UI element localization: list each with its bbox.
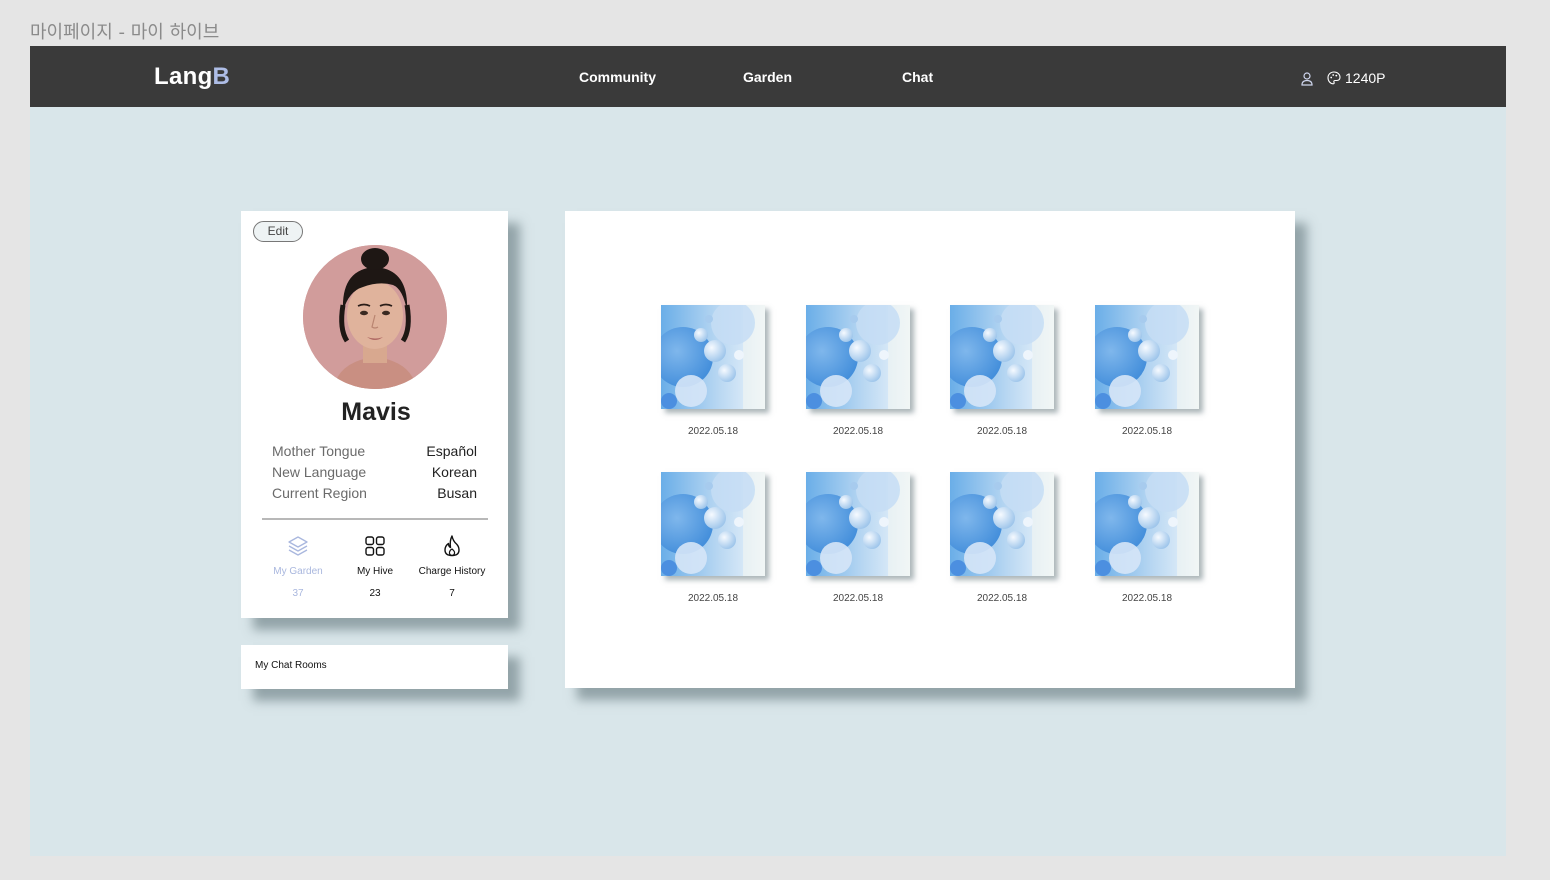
- frame-title: 마이페이지 - 마이 하이브: [30, 22, 220, 43]
- info-label: New Language: [272, 464, 367, 480]
- gallery-date: 2022.05.18: [832, 426, 884, 437]
- chat-rooms-card[interactable]: My Chat Rooms: [241, 645, 508, 689]
- nav-community[interactable]: Community: [579, 69, 656, 85]
- gallery-item[interactable]: 2022.05.18: [806, 472, 910, 604]
- profile-card: Edit Mavis Mother Tongue Español New Lan…: [241, 211, 508, 618]
- gallery-item[interactable]: 2022.05.18: [661, 472, 765, 604]
- palette-icon: [1327, 71, 1341, 85]
- gallery-date: 2022.05.18: [976, 426, 1028, 437]
- logo-accent: B: [212, 63, 231, 90]
- stat-count: 7: [449, 588, 455, 599]
- gallery-item[interactable]: 2022.05.18: [1095, 305, 1199, 437]
- stat-count: 23: [369, 588, 381, 599]
- nav-garden[interactable]: Garden: [743, 69, 792, 85]
- info-value: Busan: [437, 485, 477, 501]
- top-navbar: LangB Community Garden Chat 1240P: [30, 46, 1506, 107]
- stat-my-garden[interactable]: My Garden 37: [258, 534, 338, 599]
- info-row-current-region: Current Region Busan: [272, 485, 477, 501]
- layers-icon: [288, 536, 308, 556]
- stat-my-hive[interactable]: My Hive 23: [335, 534, 415, 599]
- stat-label: Charge History: [418, 566, 486, 577]
- gallery-thumbnail[interactable]: [950, 472, 1054, 576]
- info-value: Korean: [431, 464, 477, 480]
- info-value: Español: [426, 443, 477, 459]
- user-icon[interactable]: [1301, 72, 1313, 86]
- flame-icon: [444, 535, 460, 557]
- avatar: [303, 245, 447, 389]
- gallery-thumbnail[interactable]: [806, 472, 910, 576]
- profile-name: Mavis: [341, 398, 411, 426]
- divider: [262, 518, 488, 520]
- page-frame: LangB Community Garden Chat 1240P Edit M…: [30, 46, 1506, 856]
- logo-text: Lang: [154, 63, 213, 90]
- info-label: Mother Tongue: [272, 443, 366, 459]
- points-display[interactable]: 1240P: [1327, 70, 1385, 86]
- gallery-item[interactable]: 2022.05.18: [661, 305, 765, 437]
- gallery-date: 2022.05.18: [976, 593, 1028, 604]
- gallery-item[interactable]: 2022.05.18: [950, 305, 1054, 437]
- gallery-item[interactable]: 2022.05.18: [1095, 472, 1199, 604]
- gallery-date: 2022.05.18: [687, 426, 739, 437]
- gallery-date: 2022.05.18: [687, 593, 739, 604]
- info-label: Current Region: [272, 485, 367, 501]
- gallery-thumbnail[interactable]: [661, 472, 765, 576]
- edit-button[interactable]: Edit: [253, 221, 303, 242]
- chat-rooms-label: My Chat Rooms: [255, 660, 327, 671]
- stat-label: My Garden: [273, 566, 323, 577]
- gallery-thumbnail[interactable]: [1095, 472, 1199, 576]
- info-row-mother-tongue: Mother Tongue Español: [272, 443, 477, 459]
- gallery-item[interactable]: 2022.05.18: [950, 472, 1054, 604]
- gallery-thumbnail[interactable]: [950, 305, 1054, 409]
- info-row-new-language: New Language Korean: [272, 464, 477, 480]
- hive-gallery: 2022.05.18 2022.05.18 2022.05.18 2022.05…: [565, 211, 1295, 688]
- logo[interactable]: LangB: [154, 63, 230, 91]
- gallery-item[interactable]: 2022.05.18: [806, 305, 910, 437]
- stat-count: 37: [292, 588, 304, 599]
- gallery-date: 2022.05.18: [832, 593, 884, 604]
- gallery-thumbnail[interactable]: [1095, 305, 1199, 409]
- points-value: 1240P: [1345, 70, 1386, 86]
- stat-label: My Hive: [356, 566, 394, 577]
- grid-icon: [365, 536, 385, 556]
- nav-chat[interactable]: Chat: [902, 69, 933, 85]
- gallery-thumbnail[interactable]: [806, 305, 910, 409]
- stat-charge-history[interactable]: Charge History 7: [412, 534, 492, 599]
- gallery-date: 2022.05.18: [1121, 426, 1173, 437]
- gallery-date: 2022.05.18: [1121, 593, 1173, 604]
- gallery-thumbnail[interactable]: [661, 305, 765, 409]
